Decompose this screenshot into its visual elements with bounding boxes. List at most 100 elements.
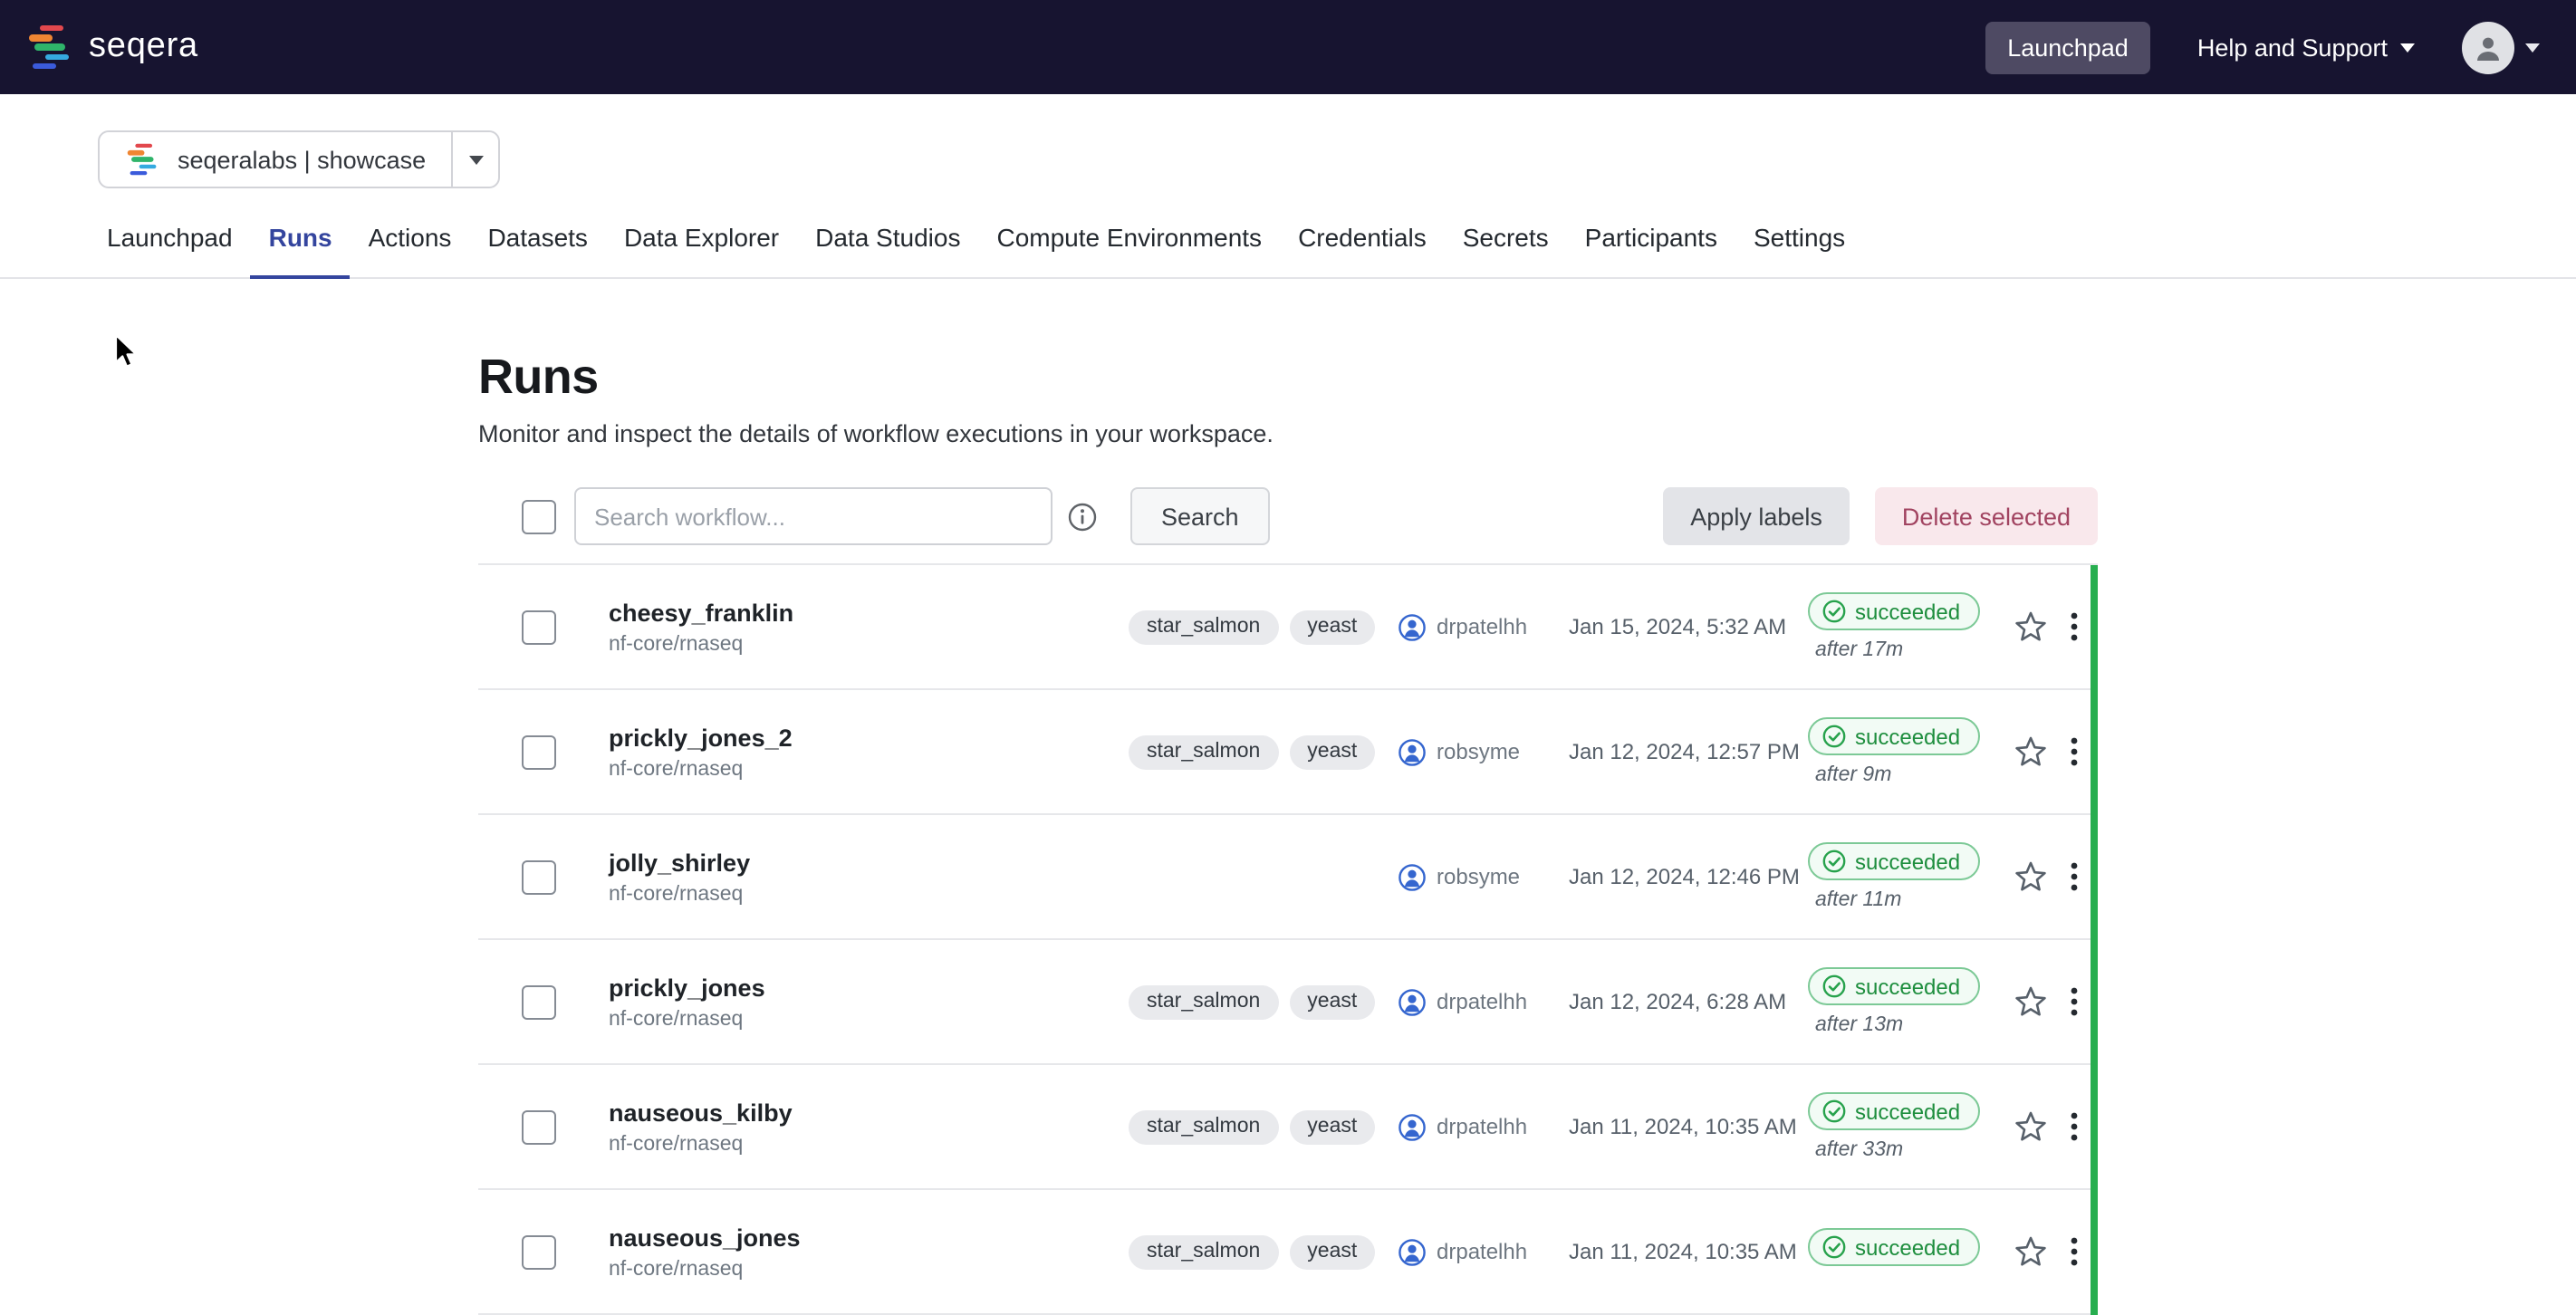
check-circle-icon [1822,849,1846,873]
delete-selected-button[interactable]: Delete selected [1875,487,2098,545]
tab-data-studios[interactable]: Data Studios [797,223,978,279]
workspace-dropdown-button[interactable] [451,132,498,187]
tab-secrets[interactable]: Secrets [1445,223,1567,279]
run-name-link[interactable]: prickly_jones_2 [609,724,1129,751]
star-icon[interactable] [2009,1235,2052,1268]
search-input[interactable] [574,487,1053,545]
run-duration: after 13m [1815,1014,1903,1036]
row-menu-button[interactable] [2052,862,2096,891]
check-circle-icon [1822,600,1846,623]
tab-actions[interactable]: Actions [351,223,470,279]
table-row: prickly_jones_2 nf-core/rnaseq star_salm… [478,690,2098,815]
runs-table: cheesy_franklin nf-core/rnaseq star_salm… [478,563,2098,1315]
run-duration: after 33m [1815,1139,1903,1161]
status-label: succeeded [1855,849,1960,874]
run-status-cell: succeeded after 33m [1808,1092,2009,1161]
help-menu-label: Help and Support [2197,34,2388,61]
run-pipeline: nf-core/rnaseq [609,758,1129,780]
run-user: drpatelhh [1437,1114,1527,1139]
status-badge: succeeded [1808,717,1980,755]
person-icon [2473,32,2504,62]
workspace-selector-button[interactable]: seqeralabs | showcase [100,132,451,187]
run-pipeline: nf-core/rnaseq [609,1133,1129,1155]
run-user-cell: drpatelhh [1399,988,1569,1015]
run-pipeline: nf-core/rnaseq [609,883,1129,905]
run-name-link[interactable]: nauseous_kilby [609,1099,1129,1126]
row-menu-button[interactable] [2052,612,2096,641]
row-menu-button[interactable] [2052,1237,2096,1266]
row-checkbox[interactable] [522,859,556,894]
status-label: succeeded [1855,1234,1960,1260]
check-circle-icon [1822,1235,1846,1259]
status-badge: succeeded [1808,967,1980,1005]
select-all-checkbox[interactable] [522,499,556,533]
run-labels: star_salmonyeast [1129,610,1399,644]
star-icon[interactable] [2009,610,2052,643]
status-badge: succeeded [1808,1228,1980,1266]
main-content: Runs Monitor and inspect the details of … [478,350,2098,1315]
search-button[interactable]: Search [1130,487,1270,545]
run-labels: star_salmonyeast [1129,734,1399,769]
info-icon[interactable] [1067,501,1098,532]
run-label-pill: star_salmon [1129,1109,1278,1144]
run-pipeline: nf-core/rnaseq [609,1258,1129,1280]
run-name-link[interactable]: prickly_jones [609,974,1129,1001]
apply-labels-button[interactable]: Apply labels [1663,487,1850,545]
run-name-cell: prickly_jones_2 nf-core/rnaseq [609,724,1129,780]
table-row: nauseous_kilby nf-core/rnaseq star_salmo… [478,1065,2098,1190]
seqera-logo-icon [27,24,74,71]
tab-credentials[interactable]: Credentials [1280,223,1445,279]
runs-table-body: cheesy_franklin nf-core/rnaseq star_salm… [478,565,2098,1315]
run-user: drpatelhh [1437,989,1527,1014]
tab-participants[interactable]: Participants [1567,223,1735,279]
brand-name: seqera [89,27,198,67]
chevron-down-icon [2525,43,2540,52]
run-status-cell: succeeded [1808,1228,2009,1275]
tab-runs[interactable]: Runs [251,223,351,279]
run-name-cell: jolly_shirley nf-core/rnaseq [609,849,1129,905]
row-menu-button[interactable] [2052,737,2096,766]
user-avatar-icon [1399,863,1426,890]
status-badge: succeeded [1808,592,1980,630]
tab-settings[interactable]: Settings [1735,223,1863,279]
run-label-pill: star_salmon [1129,1234,1278,1269]
run-name-link[interactable]: jolly_shirley [609,849,1129,876]
workspace-selector-row: seqeralabs | showcase [98,130,2576,192]
row-menu-button[interactable] [2052,987,2096,1016]
star-icon[interactable] [2009,1110,2052,1143]
workspace-selector: seqeralabs | showcase [98,130,500,188]
row-checkbox[interactable] [522,610,556,644]
tab-datasets[interactable]: Datasets [469,223,606,279]
tab-launchpad[interactable]: Launchpad [89,223,251,279]
star-icon[interactable] [2009,985,2052,1018]
table-row: cheesy_franklin nf-core/rnaseq star_salm… [478,565,2098,690]
run-date: Jan 11, 2024, 10:35 AM [1569,1239,1808,1264]
status-badge: succeeded [1808,842,1980,880]
run-user: drpatelhh [1437,1239,1527,1264]
run-status-cell: succeeded after 11m [1808,842,2009,911]
status-label: succeeded [1855,974,1960,999]
help-and-support-menu[interactable]: Help and Support [2197,34,2415,61]
row-checkbox[interactable] [522,984,556,1019]
star-icon[interactable] [2009,860,2052,893]
run-user: robsyme [1437,739,1520,764]
run-label-pill: yeast [1289,734,1375,769]
star-icon[interactable] [2009,735,2052,768]
row-checkbox[interactable] [522,1234,556,1269]
brand[interactable]: seqera [27,24,198,71]
run-name-cell: nauseous_jones nf-core/rnaseq [609,1224,1129,1280]
run-name-link[interactable]: nauseous_jones [609,1224,1129,1251]
row-checkbox[interactable] [522,734,556,769]
run-date: Jan 12, 2024, 12:57 PM [1569,739,1808,764]
tab-data-explorer[interactable]: Data Explorer [606,223,797,279]
tab-compute-environments[interactable]: Compute Environments [978,223,1280,279]
user-menu[interactable] [2462,21,2540,73]
run-name-link[interactable]: cheesy_franklin [609,599,1129,626]
row-checkbox[interactable] [522,1109,556,1144]
run-name-cell: prickly_jones nf-core/rnaseq [609,974,1129,1030]
row-menu-button[interactable] [2052,1112,2096,1141]
run-user-cell: drpatelhh [1399,1113,1569,1140]
run-date: Jan 12, 2024, 12:46 PM [1569,864,1808,889]
run-labels: star_salmonyeast [1129,1234,1399,1269]
launchpad-button[interactable]: Launchpad [1985,21,2150,73]
